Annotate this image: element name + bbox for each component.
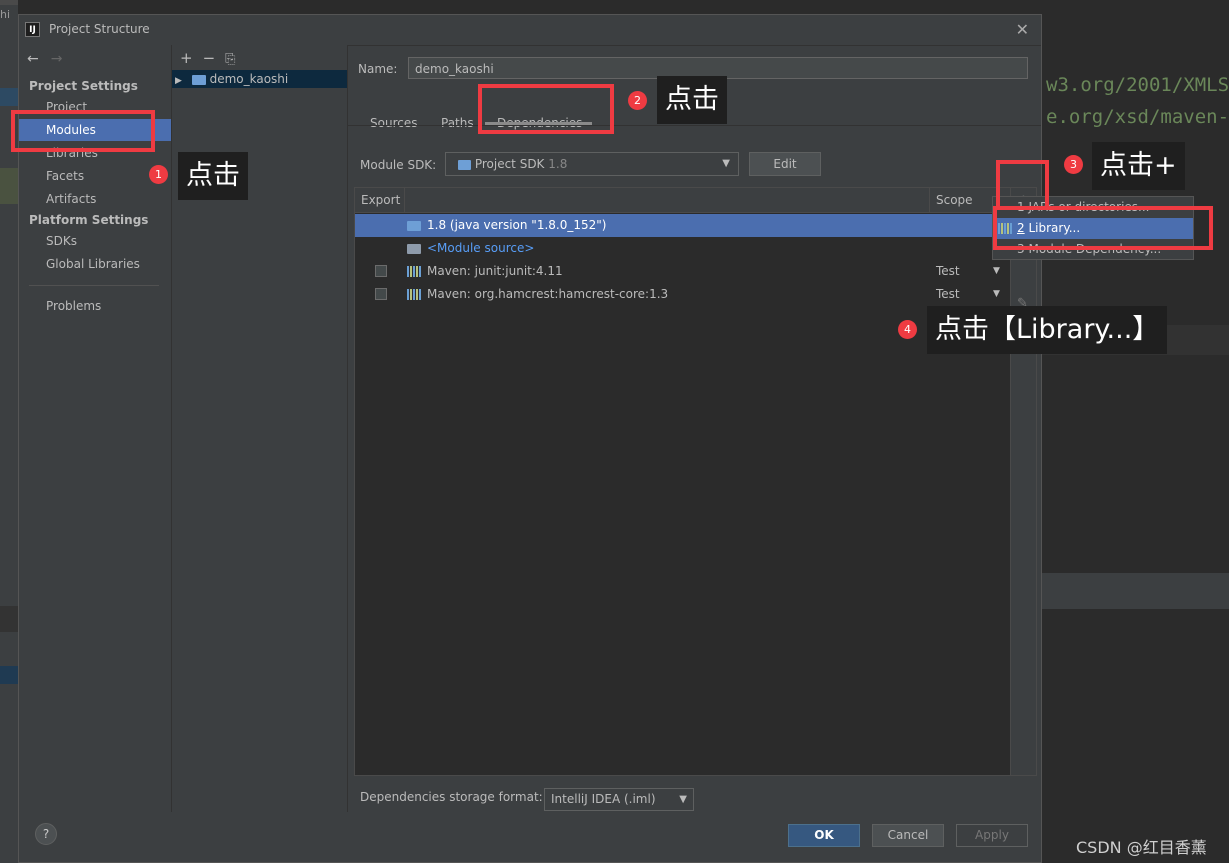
background-editor <box>1042 0 1229 863</box>
tab-sources[interactable]: Sources <box>370 116 417 130</box>
platform-settings-heading: Platform Settings <box>29 213 149 227</box>
dialog-title: Project Structure <box>49 22 150 36</box>
dependency-name: Maven: org.hamcrest:hamcrest-core:1.3 <box>427 287 669 301</box>
back-arrow-icon[interactable]: ← <box>27 51 39 67</box>
settings-sidebar: ← → Project Settings Project Modules Libr… <box>19 45 172 812</box>
cancel-button[interactable]: Cancel <box>872 824 944 847</box>
help-button[interactable]: ? <box>35 823 57 845</box>
code-line: e.org/xsd/maven- <box>1046 106 1229 128</box>
remove-module-icon[interactable]: − <box>203 49 216 67</box>
table-row[interactable]: <Module source> <box>355 237 1010 260</box>
module-folder-icon <box>191 74 206 85</box>
name-label: Name: <box>358 62 398 76</box>
annotation-highlight-modules <box>11 110 155 152</box>
watermark: CSDN @红目香薰 <box>1076 838 1207 857</box>
sidebar-divider <box>29 285 159 286</box>
project-settings-heading: Project Settings <box>29 79 138 93</box>
storage-format-value: IntelliJ IDEA (.iml) <box>551 792 656 806</box>
module-name: demo_kaoshi <box>209 72 289 86</box>
table-header: Export Scope <box>355 188 1010 213</box>
dependencies-toolbar: + ✎ <box>1011 187 1037 776</box>
dependencies-table: Export Scope 1.8 (java version "1.8.0_15… <box>354 187 1011 776</box>
forward-arrow-icon[interactable]: → <box>51 51 63 67</box>
sidebar-item-sdks[interactable]: SDKs <box>19 230 171 252</box>
sdk-folder-icon <box>458 159 471 170</box>
annotation-note: 点击 <box>657 76 727 124</box>
tab-paths[interactable]: Paths <box>441 116 474 130</box>
annotation-note: 点击【Library...】 <box>927 306 1168 354</box>
tab-divider <box>348 125 1041 126</box>
module-sdk-label: Module SDK: <box>360 158 437 172</box>
table-row[interactable]: 1.8 (java version "1.8.0_152") <box>355 214 1010 237</box>
intellij-icon: IJ <box>25 22 40 37</box>
close-icon[interactable]: ✕ <box>1016 20 1029 39</box>
chevron-down-icon: ▼ <box>722 158 730 169</box>
scope-value[interactable]: Test <box>936 260 960 283</box>
chevron-down-icon[interactable]: ▼ <box>993 260 1000 283</box>
library-icon <box>407 289 421 300</box>
sidebar-item-artifacts[interactable]: Artifacts <box>19 188 171 210</box>
left-strip-text: hi <box>0 8 11 21</box>
column-header-name[interactable] <box>405 188 930 212</box>
annotation-badge: 4 <box>898 320 917 339</box>
table-row[interactable]: Maven: org.hamcrest:hamcrest-core:1.3 Te… <box>355 283 1010 306</box>
annotation-badge: 1 <box>149 165 168 184</box>
table-row[interactable]: Maven: junit:junit:4.11 Test ▼ <box>355 260 1010 283</box>
annotation-badge: 3 <box>1064 155 1083 174</box>
module-tree-item[interactable]: ▶ demo_kaoshi <box>172 70 347 88</box>
chevron-down-icon: ▼ <box>679 794 687 805</box>
dependency-name: 1.8 (java version "1.8.0_152") <box>427 218 607 232</box>
dependency-name: Maven: junit:junit:4.11 <box>427 264 563 278</box>
folder-icon <box>407 220 421 231</box>
chevron-down-icon[interactable]: ▼ <box>993 283 1000 306</box>
sdk-value: Project SDK <box>474 157 545 171</box>
storage-format-select[interactable]: IntelliJ IDEA (.iml) ▼ <box>544 788 694 811</box>
copy-module-icon[interactable]: ⎘ <box>225 52 235 67</box>
title-bar: IJ Project Structure ✕ <box>19 15 1041 46</box>
sdk-version: 1.8 <box>548 157 568 171</box>
project-structure-dialog: IJ Project Structure ✕ ← → Project Settin… <box>18 14 1042 863</box>
add-module-icon[interactable]: + <box>180 49 193 67</box>
scope-value[interactable]: Test <box>936 283 960 306</box>
module-settings-panel: Name: demo_kaoshi Sources Paths Dependen… <box>348 45 1041 812</box>
apply-button[interactable]: Apply <box>956 824 1028 847</box>
annotation-highlight-add <box>996 160 1049 210</box>
column-header-export[interactable]: Export <box>355 188 405 212</box>
dialog-footer: ? OK Cancel Apply <box>19 812 1041 862</box>
sidebar-item-problems[interactable]: Problems <box>19 295 171 317</box>
annotation-highlight-library <box>993 206 1213 250</box>
code-line: w3.org/2001/XMLSc <box>1046 74 1229 96</box>
ok-button[interactable]: OK <box>788 824 860 847</box>
module-sdk-select[interactable]: Project SDK 1.8 ▼ <box>445 152 739 176</box>
edit-sdk-button[interactable]: Edit <box>749 152 821 176</box>
folder-icon <box>407 243 421 254</box>
export-checkbox[interactable] <box>375 288 387 300</box>
annotation-note: 点击 <box>178 152 248 200</box>
sidebar-item-global-libraries[interactable]: Global Libraries <box>19 253 171 275</box>
export-checkbox[interactable] <box>375 265 387 277</box>
annotation-note: 点击+ <box>1092 142 1185 190</box>
annotation-highlight-dependencies <box>478 84 614 134</box>
dependency-name: <Module source> <box>427 241 535 255</box>
annotation-badge: 2 <box>628 91 647 110</box>
storage-format-label: Dependencies storage format: <box>360 790 543 804</box>
library-icon <box>407 266 421 277</box>
expand-arrow-icon[interactable]: ▶ <box>175 76 182 86</box>
